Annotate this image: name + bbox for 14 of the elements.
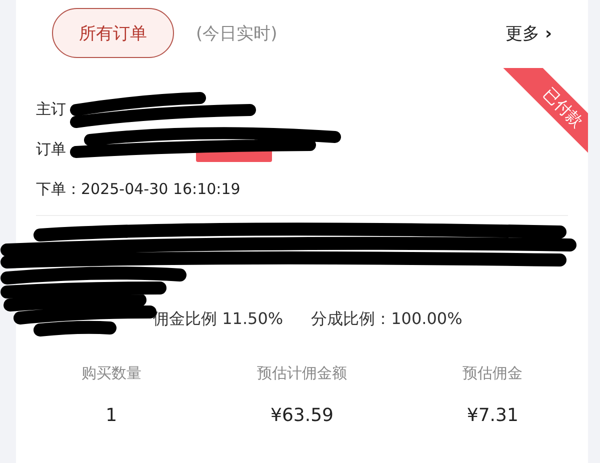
stat-label: 预估佣金 [462,364,523,383]
stat-label: 预估计佣金额 [257,364,347,383]
share-rate: 分成比例：100.00% [311,309,462,330]
order-time: 下单：2025-04-30 16:10:19 [36,179,240,200]
commission-rate: 佣金比例 11.50% [153,309,284,330]
stat-value: 1 [106,405,118,426]
stat-value: ¥63.59 [270,405,334,426]
note-text: (今日实时) [196,22,278,44]
tab[interactable]: 所有订单 [52,8,174,58]
stat-value: ¥7.31 [466,405,518,426]
order-number-label: 订单 [36,139,66,160]
more-link[interactable]: 更多 › [506,22,552,44]
stat-label: 购买数量 [81,364,142,383]
main-order-label: 主订 [36,99,66,120]
